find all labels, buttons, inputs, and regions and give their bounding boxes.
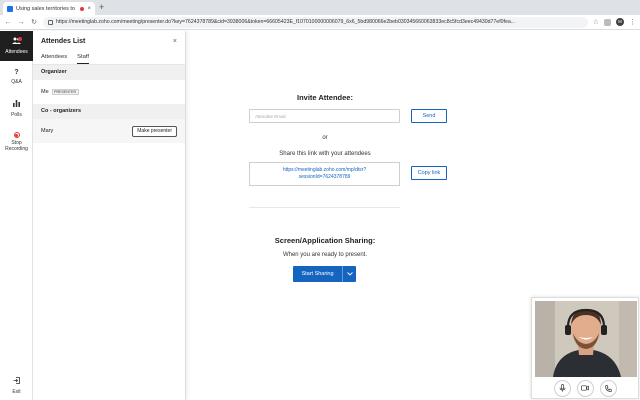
video-controls xyxy=(532,377,638,399)
browser-tab-bar: Using sales territories to ... × + xyxy=(0,0,640,15)
coorganizers-heading: Co - organizers xyxy=(33,104,185,119)
notification-badge xyxy=(18,37,22,41)
bookmark-star-icon[interactable]: ☆ xyxy=(593,18,599,26)
list-item-organizer: Me PRESENTER xyxy=(33,80,185,104)
panel-title: Attendes List xyxy=(41,37,86,45)
attendee-email-input[interactable] xyxy=(249,109,400,123)
webcam-video xyxy=(535,301,637,377)
or-separator: or xyxy=(322,135,328,141)
rail-item-label: Q&A xyxy=(11,79,22,85)
browser-tab[interactable]: Using sales territories to ... × xyxy=(3,2,95,15)
tab-staff[interactable]: Staff xyxy=(77,51,89,64)
profile-avatar[interactable]: M xyxy=(616,18,624,26)
browser-tab-title: Using sales territories to ... xyxy=(16,5,78,12)
meeting-link-line-1: https://meetinglab.zoho.com/mp/dtsr? xyxy=(282,167,367,173)
recording-indicator-icon xyxy=(80,6,85,11)
left-rail: Attendees ? Q&A Polls Stop Recording Exi… xyxy=(0,31,33,400)
address-bar[interactable]: https://meetinglab.zoho.com/meeting/pres… xyxy=(43,16,588,28)
copy-link-button[interactable]: Copy link xyxy=(411,166,447,180)
tab-attendees[interactable]: Attendees xyxy=(41,51,67,64)
rail-item-qa[interactable]: ? Q&A xyxy=(0,69,33,85)
exit-icon xyxy=(13,377,20,387)
extension-icon[interactable] xyxy=(604,18,611,26)
browser-menu-icon[interactable]: ⋮ xyxy=(629,18,636,26)
coorganizer-name: Mary xyxy=(41,128,54,134)
close-icon[interactable]: × xyxy=(173,38,177,45)
ready-text: When you are ready to present. xyxy=(282,252,368,258)
rail-item-polls[interactable]: Polls xyxy=(0,100,33,118)
question-icon: ? xyxy=(14,69,19,76)
send-button[interactable]: Send xyxy=(411,109,447,123)
panel-tabs: Attendees Staff xyxy=(33,51,185,65)
self-video-tile xyxy=(531,297,639,399)
rail-item-label: Exit xyxy=(12,389,21,395)
rail-item-label: Polls xyxy=(11,112,22,118)
lock-icon xyxy=(48,19,53,25)
address-url: https://meetinglab.zoho.com/meeting/pres… xyxy=(56,19,516,25)
back-icon[interactable]: ← xyxy=(4,19,12,26)
browser-toolbar: ← → ↻ https://meetinglab.zoho.com/meetin… xyxy=(0,15,640,30)
presenter-badge: PRESENTER xyxy=(51,89,79,95)
phone-icon[interactable] xyxy=(599,379,617,397)
start-sharing-label: Start Sharing xyxy=(301,271,334,277)
attendees-panel: Attendes List × Attendees Staff Organize… xyxy=(33,31,186,400)
screen-sharing-title: Screen/Application Sharing: xyxy=(274,236,376,245)
start-sharing-button[interactable]: Start Sharing xyxy=(293,266,356,282)
panel-header: Attendes List × xyxy=(33,31,185,51)
rail-item-stop-recording[interactable]: Stop Recording xyxy=(0,132,33,152)
reload-icon[interactable]: ↻ xyxy=(30,18,38,26)
list-item-coorganizer: Mary Make presenter xyxy=(33,119,185,143)
meeting-link-line-2: sessionId=7624378789 xyxy=(298,174,351,180)
camera-icon[interactable] xyxy=(576,379,594,397)
rail-item-attendees[interactable]: Attendees xyxy=(0,31,33,61)
chevron-down-icon[interactable] xyxy=(342,266,356,282)
make-presenter-button[interactable]: Make presenter xyxy=(132,125,177,137)
poll-icon xyxy=(13,100,20,110)
tab-close-icon[interactable]: × xyxy=(87,6,91,12)
record-icon xyxy=(13,132,20,138)
meeting-link[interactable]: https://meetinglab.zoho.com/mp/dtsr? ses… xyxy=(249,162,400,186)
rail-item-exit[interactable]: Exit xyxy=(0,377,33,395)
rail-item-label: Stop Recording xyxy=(5,140,28,152)
rail-item-label: Attendees xyxy=(5,49,28,55)
organizer-heading: Organizer xyxy=(33,65,185,80)
microphone-icon[interactable] xyxy=(553,379,571,397)
invite-title: Invite Attendee: xyxy=(297,93,353,102)
share-link-text: Share this link with your attendees xyxy=(279,151,371,157)
forward-icon[interactable]: → xyxy=(17,19,25,26)
new-tab-button[interactable]: + xyxy=(99,2,104,13)
zoho-favicon-icon xyxy=(7,5,13,12)
organizer-name: Me xyxy=(41,89,49,95)
section-divider xyxy=(249,207,400,208)
